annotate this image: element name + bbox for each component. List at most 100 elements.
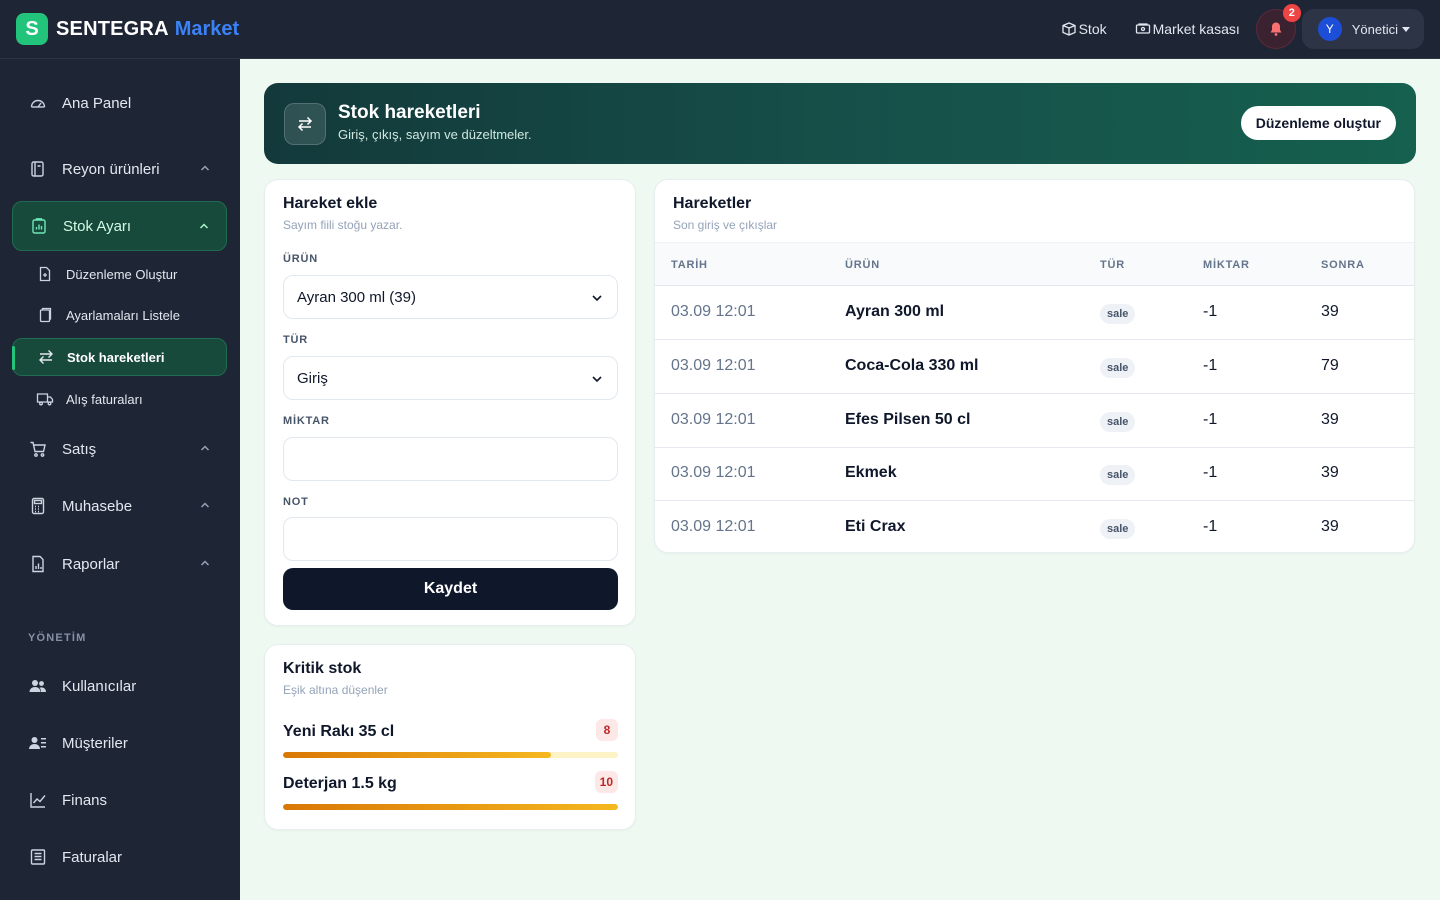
speedometer-icon	[28, 93, 48, 113]
column-header-type[interactable]: TÜR	[1100, 259, 1125, 271]
cell-quantity: -1	[1203, 518, 1218, 535]
cell-product: Ayran 300 ml	[845, 303, 945, 320]
sidebar-item-sales[interactable]: Satış	[12, 424, 227, 474]
critical-item-name: Deterjan 1.5 kg	[283, 775, 397, 792]
invoice-icon	[28, 847, 48, 867]
cell-quantity: -1	[1203, 357, 1218, 374]
chevron-down-icon	[1402, 26, 1410, 32]
sidebar-item-dashboard[interactable]: Ana Panel	[12, 78, 227, 128]
cell-date: 03.09 12:01	[671, 464, 756, 481]
type-select[interactable]: Giriş	[283, 356, 618, 400]
sidebar-item-label: Stok Ayarı	[63, 217, 132, 235]
cell-quantity: -1	[1203, 303, 1218, 320]
top-actions: Stok Market kasası 2 Y Yönetici	[1061, 0, 1424, 58]
cell-date: 03.09 12:01	[671, 303, 756, 320]
truck-icon	[36, 390, 54, 408]
report-chart-icon	[28, 554, 48, 574]
brand[interactable]: S SENTEGRA Market	[16, 13, 239, 45]
type-badge: sale	[1100, 412, 1136, 432]
sidebar-item-label: Satış	[62, 440, 97, 458]
type-badge: sale	[1100, 519, 1136, 539]
cell-date: 03.09 12:01	[671, 411, 756, 428]
sidebar-item-shelf-products[interactable]: Reyon ürünleri	[12, 144, 227, 194]
product-select-value: Ayran 300 ml (39)	[297, 288, 416, 306]
cell-date: 03.09 12:01	[671, 357, 756, 374]
brand-logo-icon: S	[16, 13, 48, 45]
user-list-icon	[28, 733, 48, 753]
type-badge: sale	[1100, 304, 1136, 324]
table-row[interactable]: 03.09 12:01 Eti Crax sale -1 39	[655, 501, 1414, 552]
stock-link-label: Stok	[1078, 21, 1107, 37]
sidebar-subitem-label: Düzenleme Oluştur	[66, 266, 178, 282]
chevron-down-icon	[592, 295, 602, 302]
brand-name: SENTEGRA	[56, 17, 169, 40]
user-menu-button[interactable]: Y Yönetici	[1301, 9, 1424, 49]
sidebar-subitem-create-adjustment[interactable]: Düzenleme Oluştur	[12, 255, 227, 293]
cell-product: Eti Crax	[845, 518, 906, 535]
critical-stock-card: Kritik stok Eşik altına düşenler Yeni Ra…	[264, 644, 636, 830]
product-label: ÜRÜN	[283, 253, 318, 265]
files-icon	[36, 306, 54, 324]
sidebar-subitem-list-adjustments[interactable]: Ayarlamaları Listele	[12, 296, 227, 334]
cell-product: Ekmek	[845, 464, 897, 481]
column-header-after[interactable]: SONRA	[1321, 259, 1365, 271]
book-icon	[28, 159, 48, 179]
table-row[interactable]: 03.09 12:01 Ayran 300 ml sale -1 39	[655, 286, 1414, 340]
sidebar-item-invoices[interactable]: Faturalar	[12, 832, 227, 882]
note-input[interactable]	[283, 517, 618, 561]
brand-accent: Market	[174, 17, 240, 40]
save-button[interactable]: Kaydet	[283, 568, 618, 610]
chevron-up-icon	[200, 165, 210, 171]
cell-date: 03.09 12:01	[671, 518, 756, 535]
column-header-date[interactable]: TARİH	[671, 259, 708, 271]
cash-register-link[interactable]: Market kasası	[1135, 21, 1240, 37]
notifications-button[interactable]: 2	[1255, 4, 1301, 49]
user-name: Yönetici	[1351, 21, 1398, 37]
cash-register-label: Market kasası	[1152, 21, 1240, 37]
card-title: Hareket ekle	[283, 195, 378, 212]
cart-icon	[28, 439, 48, 459]
calculator-icon	[28, 496, 48, 516]
table-row[interactable]: 03.09 12:01 Efes Pilsen 50 cl sale -1 39	[655, 394, 1414, 448]
chevron-up-icon	[200, 445, 210, 451]
table-row[interactable]: 03.09 12:01 Ekmek sale -1 39	[655, 447, 1414, 501]
sidebar-item-stock-settings[interactable]: Stok Ayarı	[12, 201, 227, 251]
cell-after: 39	[1321, 518, 1339, 535]
quantity-input[interactable]	[283, 437, 618, 481]
cell-after: 39	[1321, 464, 1339, 481]
cell-product: Efes Pilsen 50 cl	[845, 411, 971, 428]
sidebar-item-accounting[interactable]: Muhasebe	[12, 481, 227, 531]
table-row[interactable]: 03.09 12:01 Coca-Cola 330 ml sale -1 79	[655, 340, 1414, 394]
product-select[interactable]: Ayran 300 ml (39)	[283, 275, 618, 319]
sidebar-item-reports[interactable]: Raporlar	[12, 539, 227, 589]
stock-link[interactable]: Stok	[1061, 21, 1107, 37]
stock-level-fill	[283, 804, 618, 810]
movements-card: Hareketler Son giriş ve çıkışlar TARİH Ü…	[654, 179, 1415, 553]
page-subtitle: Giriş, çıkış, sayım ve düzeltmeler.	[338, 127, 532, 142]
bell-icon	[1270, 22, 1282, 36]
stock-level-bar	[283, 804, 618, 810]
cell-after: 79	[1321, 357, 1339, 374]
sidebar-subitem-purchase-invoices[interactable]: Alış faturaları	[12, 380, 227, 418]
cell-after: 39	[1321, 411, 1339, 428]
type-badge: sale	[1100, 465, 1136, 485]
sidebar-item-label: Müşteriler	[62, 734, 128, 752]
column-header-product[interactable]: ÜRÜN	[845, 259, 880, 271]
clipboard-chart-icon	[29, 216, 49, 236]
file-plus-icon	[36, 265, 54, 283]
sidebar-subitem-stock-movements[interactable]: Stok hareketleri	[12, 338, 227, 376]
sidebar-item-label: Reyon ürünleri	[62, 160, 160, 178]
cash-register-icon	[1135, 23, 1150, 34]
cell-quantity: -1	[1203, 411, 1218, 428]
top-bar: S SENTEGRA Market Stok Market kasası 2 Y…	[0, 0, 1440, 59]
create-adjustment-button[interactable]: Düzenleme oluştur	[1240, 106, 1396, 140]
section-label-management: YÖNETİM	[28, 632, 87, 644]
sidebar-item-finance[interactable]: Finans	[12, 775, 227, 825]
chevron-up-icon	[200, 560, 210, 566]
chevron-up-icon	[200, 502, 210, 508]
table-body: 03.09 12:01 Ayran 300 ml sale -1 39 03.0…	[655, 286, 1414, 552]
column-header-quantity[interactable]: MİKTAR	[1203, 259, 1250, 271]
chevron-down-icon	[592, 376, 602, 383]
sidebar-item-users[interactable]: Kullanıcılar	[12, 661, 227, 711]
sidebar-item-customers[interactable]: Müşteriler	[12, 718, 227, 768]
